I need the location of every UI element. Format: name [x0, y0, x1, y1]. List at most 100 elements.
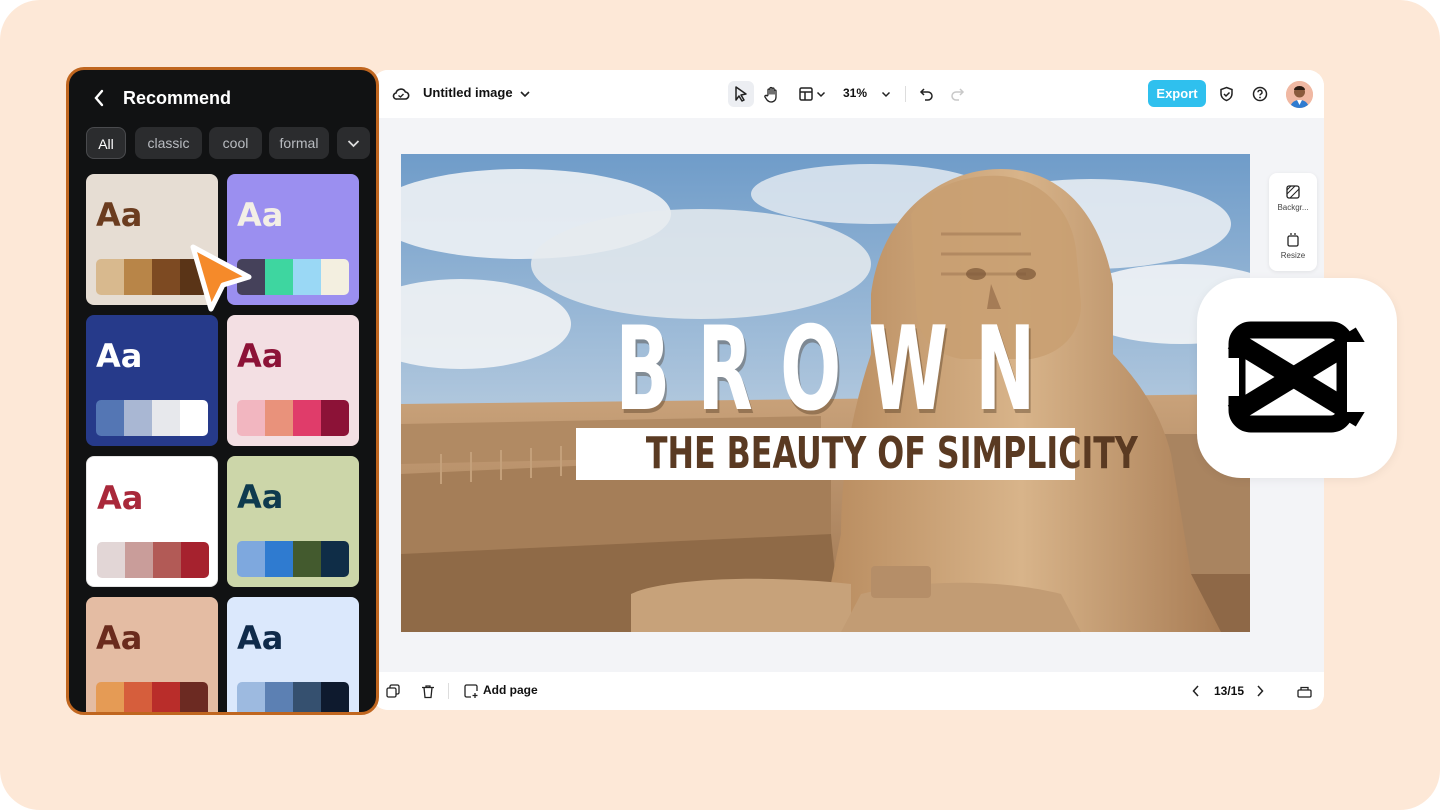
page-indicator: 13/15: [1214, 684, 1245, 698]
color-swatch: [96, 400, 124, 436]
bottom-toolbar: Add page 13/15: [372, 672, 1324, 710]
chip-classic[interactable]: classic: [135, 127, 202, 159]
next-page-icon[interactable]: [1247, 678, 1273, 704]
avatar[interactable]: [1286, 81, 1313, 108]
color-swatch: [180, 400, 208, 436]
capcut-logo: [1197, 278, 1397, 478]
color-swatch: [321, 259, 349, 295]
theme-card-sample-text: Aa: [96, 337, 143, 375]
color-swatch: [265, 400, 293, 436]
design-artboard[interactable]: BROWN THE BEAUTY OF SIMPLICITY: [401, 154, 1250, 632]
chevron-down-icon[interactable]: [512, 81, 538, 107]
color-swatch: [124, 259, 152, 295]
divider: [448, 683, 449, 699]
color-swatch: [152, 682, 180, 712]
canvas-area[interactable]: BROWN THE BEAUTY OF SIMPLICITY Backgr...…: [372, 118, 1324, 672]
zoom-chevron-icon[interactable]: [873, 81, 899, 107]
theme-card[interactable]: Aa: [86, 597, 218, 712]
prev-page-icon[interactable]: [1183, 678, 1209, 704]
color-swatch: [124, 682, 152, 712]
theme-card-sample-text: Aa: [97, 479, 144, 517]
color-swatch: [265, 541, 293, 577]
redo-icon[interactable]: [944, 81, 970, 107]
recommend-panel: Recommend All classic cool formal Aa Aa Aa…: [66, 67, 379, 715]
color-swatch: [125, 542, 153, 578]
editor-window: Untitled image 31% Export BROWN THE BEAU…: [372, 70, 1324, 710]
background-tool-label: Backgr...: [1277, 203, 1309, 212]
theme-card[interactable]: Aa: [86, 315, 218, 446]
chevron-down-icon: [347, 140, 360, 148]
color-swatch: [237, 682, 265, 712]
cloud-icon[interactable]: [388, 81, 414, 107]
layout-chevron-icon[interactable]: [813, 81, 829, 107]
undo-icon[interactable]: [913, 81, 939, 107]
color-swatch: [265, 259, 293, 295]
shield-icon[interactable]: [1213, 81, 1239, 107]
theme-card-sample-text: Aa: [237, 478, 284, 516]
theme-card[interactable]: Aa: [227, 456, 359, 587]
theme-card-swatches: [237, 400, 349, 436]
color-swatch: [293, 682, 321, 712]
theme-card[interactable]: Aa: [86, 456, 218, 587]
color-swatch: [96, 682, 124, 712]
color-swatch: [152, 400, 180, 436]
color-swatch: [237, 400, 265, 436]
theme-card-sample-text: Aa: [96, 196, 143, 234]
color-swatch: [124, 400, 152, 436]
chip-cool[interactable]: cool: [209, 127, 262, 159]
select-tool-icon[interactable]: [728, 81, 754, 107]
chip-formal[interactable]: formal: [269, 127, 329, 159]
color-swatch: [180, 682, 208, 712]
zoom-level[interactable]: 31%: [843, 86, 867, 100]
theme-card-sample-text: Aa: [237, 337, 284, 375]
theme-card-sample-text: Aa: [237, 196, 284, 234]
theme-card-swatches: [96, 400, 208, 436]
resize-tool[interactable]: Resize: [1269, 225, 1317, 269]
duplicate-page-icon[interactable]: [380, 678, 406, 704]
color-swatch: [97, 542, 125, 578]
panel-title: Recommend: [123, 88, 232, 108]
theme-card-swatches: [237, 682, 349, 712]
canvas-subtitle-text[interactable]: THE BEAUTY OF SIMPLICITY: [646, 428, 1138, 480]
background-tool[interactable]: Backgr...: [1269, 177, 1317, 221]
background-icon: [1286, 185, 1300, 204]
chip-all[interactable]: All: [86, 127, 126, 159]
help-icon[interactable]: [1247, 81, 1273, 107]
divider: [905, 86, 906, 102]
theme-card-swatches: [237, 541, 349, 577]
color-swatch: [96, 259, 124, 295]
back-arrow-icon[interactable]: [93, 89, 105, 112]
color-swatch: [293, 541, 321, 577]
resize-icon: [1286, 233, 1300, 252]
export-button[interactable]: Export: [1148, 80, 1206, 107]
theme-card-sample-text: Aa: [237, 619, 284, 657]
resize-tool-label: Resize: [1280, 251, 1306, 260]
color-swatch: [237, 541, 265, 577]
add-page-icon[interactable]: [458, 678, 484, 704]
color-swatch: [293, 400, 321, 436]
top-toolbar: Untitled image 31% Export: [372, 70, 1324, 118]
theme-card[interactable]: Aa: [227, 315, 359, 446]
color-swatch: [153, 542, 181, 578]
color-swatch: [293, 259, 321, 295]
theme-card[interactable]: Aa: [227, 597, 359, 712]
delete-page-icon[interactable]: [415, 678, 441, 704]
pages-panel-icon[interactable]: [1291, 678, 1317, 704]
color-swatch: [152, 259, 180, 295]
color-swatch: [265, 682, 293, 712]
color-swatch: [321, 682, 349, 712]
chips-more-button[interactable]: [337, 127, 370, 159]
hand-tool-icon[interactable]: [759, 81, 785, 107]
document-title[interactable]: Untitled image: [423, 85, 513, 100]
side-tools-panel: Backgr... Resize: [1269, 173, 1317, 271]
theme-card-sample-text: Aa: [96, 619, 143, 657]
pointer-cursor-icon: [189, 243, 255, 318]
canvas-title-text[interactable]: BROWN: [562, 302, 1088, 437]
color-swatch: [321, 541, 349, 577]
color-swatch: [181, 542, 209, 578]
add-page-button[interactable]: Add page: [483, 683, 538, 697]
capcut-logo-mark-icon: [1227, 321, 1367, 433]
theme-card-swatches: [97, 542, 209, 578]
theme-card-swatches: [96, 682, 208, 712]
color-swatch: [321, 400, 349, 436]
